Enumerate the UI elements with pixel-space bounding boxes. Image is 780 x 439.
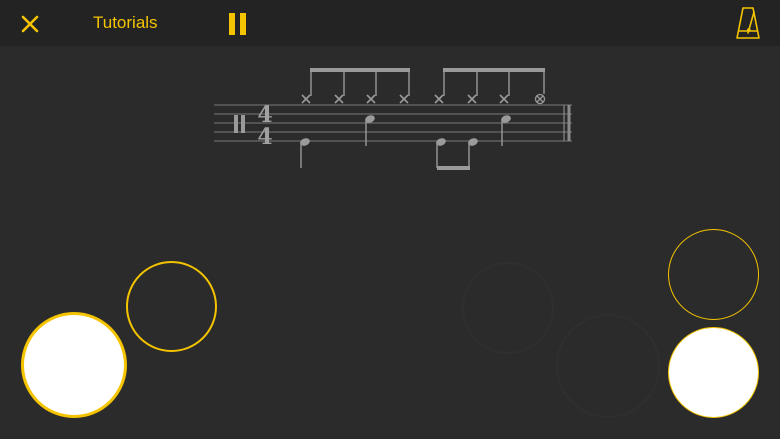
pause-icon <box>229 13 246 35</box>
metronome-button[interactable] <box>734 6 762 40</box>
drum-pad-tom[interactable] <box>462 262 554 354</box>
open-hihat-note <box>534 93 546 105</box>
top-bar: Tutorials <box>0 0 780 46</box>
pause-button[interactable] <box>226 12 250 36</box>
tutorials-button[interactable]: Tutorials <box>93 13 158 33</box>
drum-pad-bass[interactable] <box>21 312 127 418</box>
metronome-icon <box>736 7 760 39</box>
drum-pad-hihat[interactable] <box>668 327 759 418</box>
bass-drum-note <box>300 138 310 168</box>
percussion-clef-icon <box>234 115 245 133</box>
drum-pad-floor-tom[interactable] <box>556 314 660 418</box>
close-button[interactable] <box>18 12 42 36</box>
drum-pad-crash[interactable] <box>668 229 759 320</box>
hihat-group-2 <box>434 68 546 105</box>
drum-pad-snare[interactable] <box>126 261 217 352</box>
close-icon <box>21 15 39 33</box>
time-signature-bottom: 4 <box>257 124 272 150</box>
bass-drum-eighth-pair <box>436 138 478 170</box>
drum-notation-score: 4 4 <box>210 62 580 182</box>
hihat-group-1 <box>301 68 410 104</box>
